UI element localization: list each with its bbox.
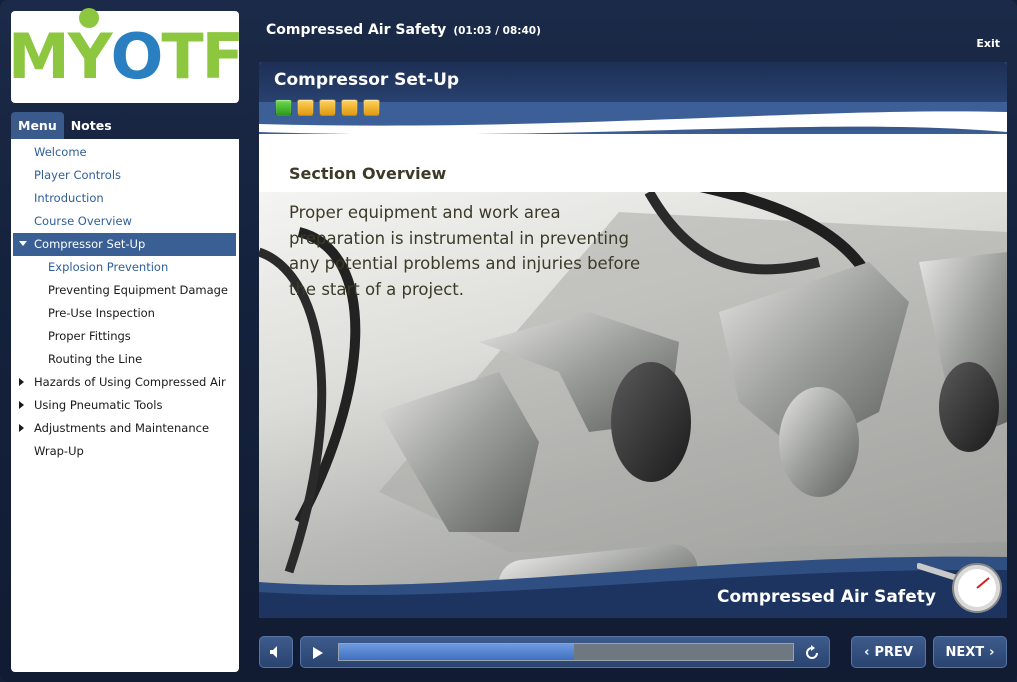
menu-item-introduction[interactable]: Introduction xyxy=(11,187,239,210)
tab-notes[interactable]: Notes xyxy=(64,112,119,139)
course-title: Compressed Air Safety (01:03 / 08:40) xyxy=(266,22,541,38)
caret-right-icon xyxy=(19,378,24,386)
menu-item-wrap-up[interactable]: Wrap-Up xyxy=(11,440,239,463)
course-name: Compressed Air Safety xyxy=(266,22,447,38)
prev-button[interactable]: ‹ PREV xyxy=(851,636,926,668)
section-heading: Section Overview xyxy=(289,164,447,183)
footer-course-title: Compressed Air Safety xyxy=(717,587,936,607)
progress-square xyxy=(319,99,336,116)
slide-title: Compressor Set-Up xyxy=(274,70,460,90)
play-icon xyxy=(313,647,323,659)
progress-square xyxy=(341,99,358,116)
replay-icon xyxy=(806,645,818,659)
menu-item-compressor-set-up[interactable]: Compressor Set-Up xyxy=(13,233,236,256)
elapsed-time: (01:03 / 08:40) xyxy=(453,25,541,37)
logo-letter-o: O xyxy=(110,20,164,93)
section-progress xyxy=(275,99,380,116)
menu-item-adjustments[interactable]: Adjustments and Maintenance xyxy=(11,417,239,440)
menu-subitem-routing-the-line[interactable]: Routing the Line xyxy=(11,348,239,371)
exit-button[interactable]: Exit xyxy=(976,37,1000,50)
menu-item-welcome[interactable]: Welcome xyxy=(11,141,239,164)
volume-button[interactable] xyxy=(259,636,293,668)
menu-item-player-controls[interactable]: Player Controls xyxy=(11,164,239,187)
seek-controls xyxy=(300,636,830,668)
progress-square xyxy=(297,99,314,116)
section-body: Proper equipment and work area preparati… xyxy=(289,203,641,299)
seek-bar[interactable] xyxy=(338,643,794,661)
progress-square xyxy=(275,99,292,116)
chevron-left-icon: ‹ xyxy=(864,644,870,660)
menu-subitem-pre-use-inspection[interactable]: Pre-Use Inspection xyxy=(11,302,239,325)
volume-icon xyxy=(270,646,277,658)
menu-subitem-proper-fittings[interactable]: Proper Fittings xyxy=(11,325,239,348)
progress-square xyxy=(363,99,380,116)
pressure-gauge-icon xyxy=(917,563,1002,613)
logo: M Y O T F xyxy=(8,8,244,103)
logo-wordmark: M Y O T F xyxy=(8,8,244,93)
menu-item-hazards[interactable]: Hazards of Using Compressed Air xyxy=(11,371,239,394)
caret-right-icon xyxy=(19,401,24,409)
slide-stage: Compressor Set-Up Section Overview Prope… xyxy=(259,62,1007,618)
chevron-right-icon: › xyxy=(989,644,995,660)
menu-item-pneumatic-tools[interactable]: Using Pneumatic Tools xyxy=(11,394,239,417)
seek-progress-fill xyxy=(339,644,574,660)
caret-right-icon xyxy=(19,424,24,432)
logo-letter-f: F xyxy=(201,20,244,93)
menu-item-course-overview[interactable]: Course Overview xyxy=(11,210,239,233)
tab-menu[interactable]: Menu xyxy=(11,112,64,139)
menu-subitem-explosion-prevention[interactable]: Explosion Prevention xyxy=(11,256,239,279)
caret-down-icon xyxy=(19,241,27,246)
logo-figure: Y xyxy=(68,8,113,88)
logo-letter-m: M xyxy=(8,20,70,93)
logo-letter-t: T xyxy=(161,20,203,93)
sidebar-tabs: Menu Notes xyxy=(11,112,119,139)
next-button[interactable]: NEXT › xyxy=(933,636,1007,668)
menu-subitem-preventing-equipment-damage[interactable]: Preventing Equipment Damage xyxy=(11,279,239,302)
play-button[interactable] xyxy=(311,645,325,665)
replay-button[interactable] xyxy=(803,644,821,666)
menu-panel: Welcome Player Controls Introduction Cou… xyxy=(11,139,239,672)
